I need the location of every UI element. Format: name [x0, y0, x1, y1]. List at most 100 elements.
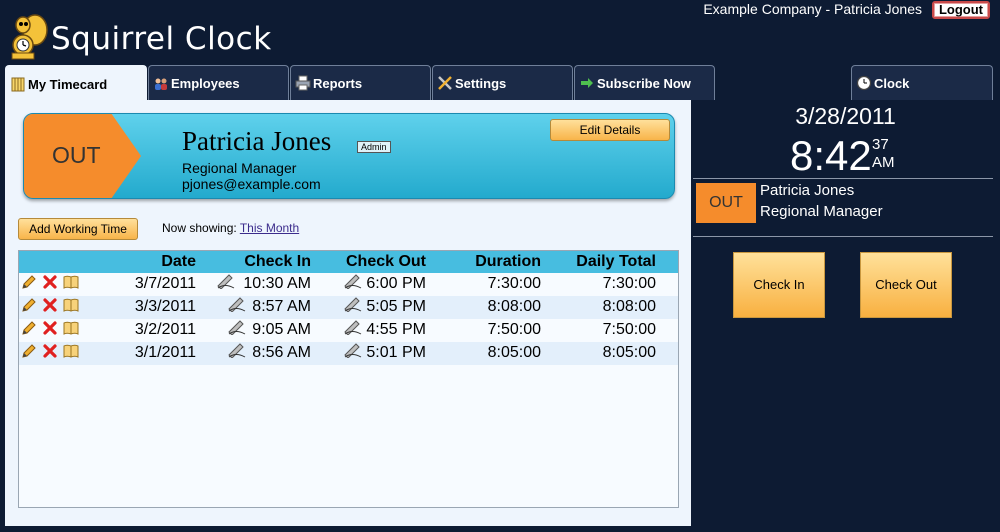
column-header-check-out: Check Out	[345, 253, 426, 270]
clock-time-main: 8:42	[790, 132, 872, 179]
tab-label: Settings	[455, 75, 507, 91]
cell-daily-total: 7:30:00	[602, 275, 656, 292]
clock-employee-title: Regional Manager	[760, 203, 883, 220]
column-header-check-in: Check In	[244, 253, 311, 270]
company-user-label: Example Company - Patricia Jones	[703, 1, 922, 17]
check-out-pen-icon	[344, 274, 362, 289]
tab-label: Clock	[874, 75, 910, 91]
column-header-daily-total: Daily Total	[576, 253, 656, 270]
tab-label: My Timecard	[28, 76, 108, 92]
cell-daily-total: 7:50:00	[602, 321, 656, 338]
pencil-icon[interactable]	[21, 274, 37, 290]
status-label: OUT	[52, 142, 101, 168]
tab-employees[interactable]: Employees	[148, 65, 289, 100]
logout-button[interactable]: Logout	[932, 1, 990, 19]
book-icon[interactable]	[63, 320, 79, 336]
edit-details-button[interactable]: Edit Details	[550, 119, 670, 141]
cell-duration: 7:50:00	[487, 321, 541, 338]
book-icon[interactable]	[63, 274, 79, 290]
column-header-date: Date	[161, 253, 196, 270]
book-icon[interactable]	[63, 343, 79, 359]
cell-date: 3/2/2011	[134, 321, 196, 338]
check-out-pen-icon	[344, 320, 362, 335]
arrow-right-icon	[581, 78, 593, 88]
cell-check-out: 4:55 PM	[366, 321, 426, 338]
role-badge: Admin	[357, 141, 391, 153]
table-row: 3/7/2011 10:30 AM 6:00 PM 7:30:00 7:30:0…	[19, 273, 678, 296]
clock-icon	[856, 75, 872, 91]
table-row: 3/2/2011 9:05 AM 4:55 PM 7:50:00 7:50:00	[19, 319, 678, 342]
cell-check-out: 6:00 PM	[366, 275, 426, 292]
delete-icon[interactable]	[42, 343, 58, 359]
delete-icon[interactable]	[42, 297, 58, 313]
app-title: Squirrel Clock	[51, 21, 272, 57]
check-in-pen-icon	[217, 274, 235, 289]
row-actions	[21, 274, 79, 290]
cell-duration: 8:08:00	[487, 298, 541, 315]
timecard-table: Date Check In Check Out Duration Daily T…	[18, 250, 679, 508]
cell-date: 3/3/2011	[134, 298, 196, 315]
clock-date: 3/28/2011	[795, 103, 896, 129]
cell-check-in: 10:30 AM	[243, 275, 311, 292]
book-icon[interactable]	[63, 297, 79, 313]
check-in-pen-icon	[228, 343, 246, 358]
pencil-icon[interactable]	[21, 297, 37, 313]
tab-settings[interactable]: Settings	[432, 65, 573, 100]
check-out-button[interactable]: Check Out	[860, 252, 952, 318]
tab-reports[interactable]: Reports	[290, 65, 431, 100]
tab-clock[interactable]: Clock	[851, 65, 993, 100]
app-logo: Squirrel Clock	[8, 12, 272, 62]
check-out-pen-icon	[344, 297, 362, 312]
tools-icon	[438, 76, 452, 90]
table-row: 3/1/2011 8:56 AM 5:01 PM 8:05:00 8:05:00	[19, 342, 678, 365]
employee-email: pjones@example.com	[182, 176, 321, 192]
tab-label: Employees	[171, 75, 240, 91]
employee-status-banner: OUT Patricia Jones Admin Regional Manage…	[23, 113, 675, 199]
cell-check-in: 8:57 AM	[252, 298, 311, 315]
cell-duration: 7:30:00	[487, 275, 541, 292]
clock-status-badge: OUT	[696, 183, 756, 223]
timecard-icon	[11, 77, 25, 92]
now-showing-label: Now showing:	[162, 221, 237, 235]
clock-seconds: 37	[872, 136, 889, 153]
check-in-button[interactable]: Check In	[733, 252, 825, 318]
table-header: Date Check In Check Out Duration Daily T…	[19, 251, 678, 273]
check-in-pen-icon	[228, 320, 246, 335]
cell-daily-total: 8:05:00	[602, 344, 656, 361]
column-header-duration: Duration	[475, 253, 541, 270]
add-working-time-button[interactable]: Add Working Time	[18, 218, 138, 240]
printer-icon	[295, 75, 311, 91]
squirrel-clock-icon	[11, 14, 48, 60]
cell-check-out: 5:01 PM	[366, 344, 426, 361]
delete-icon[interactable]	[42, 274, 58, 290]
divider	[693, 178, 993, 179]
period-link[interactable]: This Month	[240, 221, 299, 235]
row-actions	[21, 320, 79, 336]
people-icon	[155, 78, 167, 90]
cell-daily-total: 8:08:00	[602, 298, 656, 315]
cell-check-in: 9:05 AM	[252, 321, 311, 338]
clock-employee-name: Patricia Jones	[760, 182, 855, 199]
check-out-pen-icon	[344, 343, 362, 358]
row-actions	[21, 297, 79, 313]
cell-date: 3/1/2011	[134, 344, 196, 361]
tab-label: Reports	[313, 75, 363, 91]
timecard-panel: OUT Patricia Jones Admin Regional Manage…	[5, 100, 691, 526]
now-showing: Now showing: This Month	[162, 221, 299, 235]
tab-subscribe-now[interactable]: Subscribe Now	[574, 65, 715, 100]
pencil-icon[interactable]	[21, 320, 37, 336]
check-in-pen-icon	[228, 297, 246, 312]
row-actions	[21, 343, 79, 359]
cell-check-in: 8:56 AM	[252, 344, 311, 361]
cell-date: 3/7/2011	[134, 275, 196, 292]
divider	[693, 236, 993, 237]
tab-label: Subscribe Now	[597, 75, 691, 91]
pencil-icon[interactable]	[21, 343, 37, 359]
employee-title: Regional Manager	[182, 160, 297, 176]
clock-ampm: AM	[872, 154, 895, 171]
cell-duration: 8:05:00	[487, 344, 541, 361]
employee-name: Patricia Jones	[182, 126, 332, 156]
table-row: 3/3/2011 8:57 AM 5:05 PM 8:08:00 8:08:00	[19, 296, 678, 319]
tab-my-timecard[interactable]: My Timecard	[5, 65, 147, 102]
delete-icon[interactable]	[42, 320, 58, 336]
